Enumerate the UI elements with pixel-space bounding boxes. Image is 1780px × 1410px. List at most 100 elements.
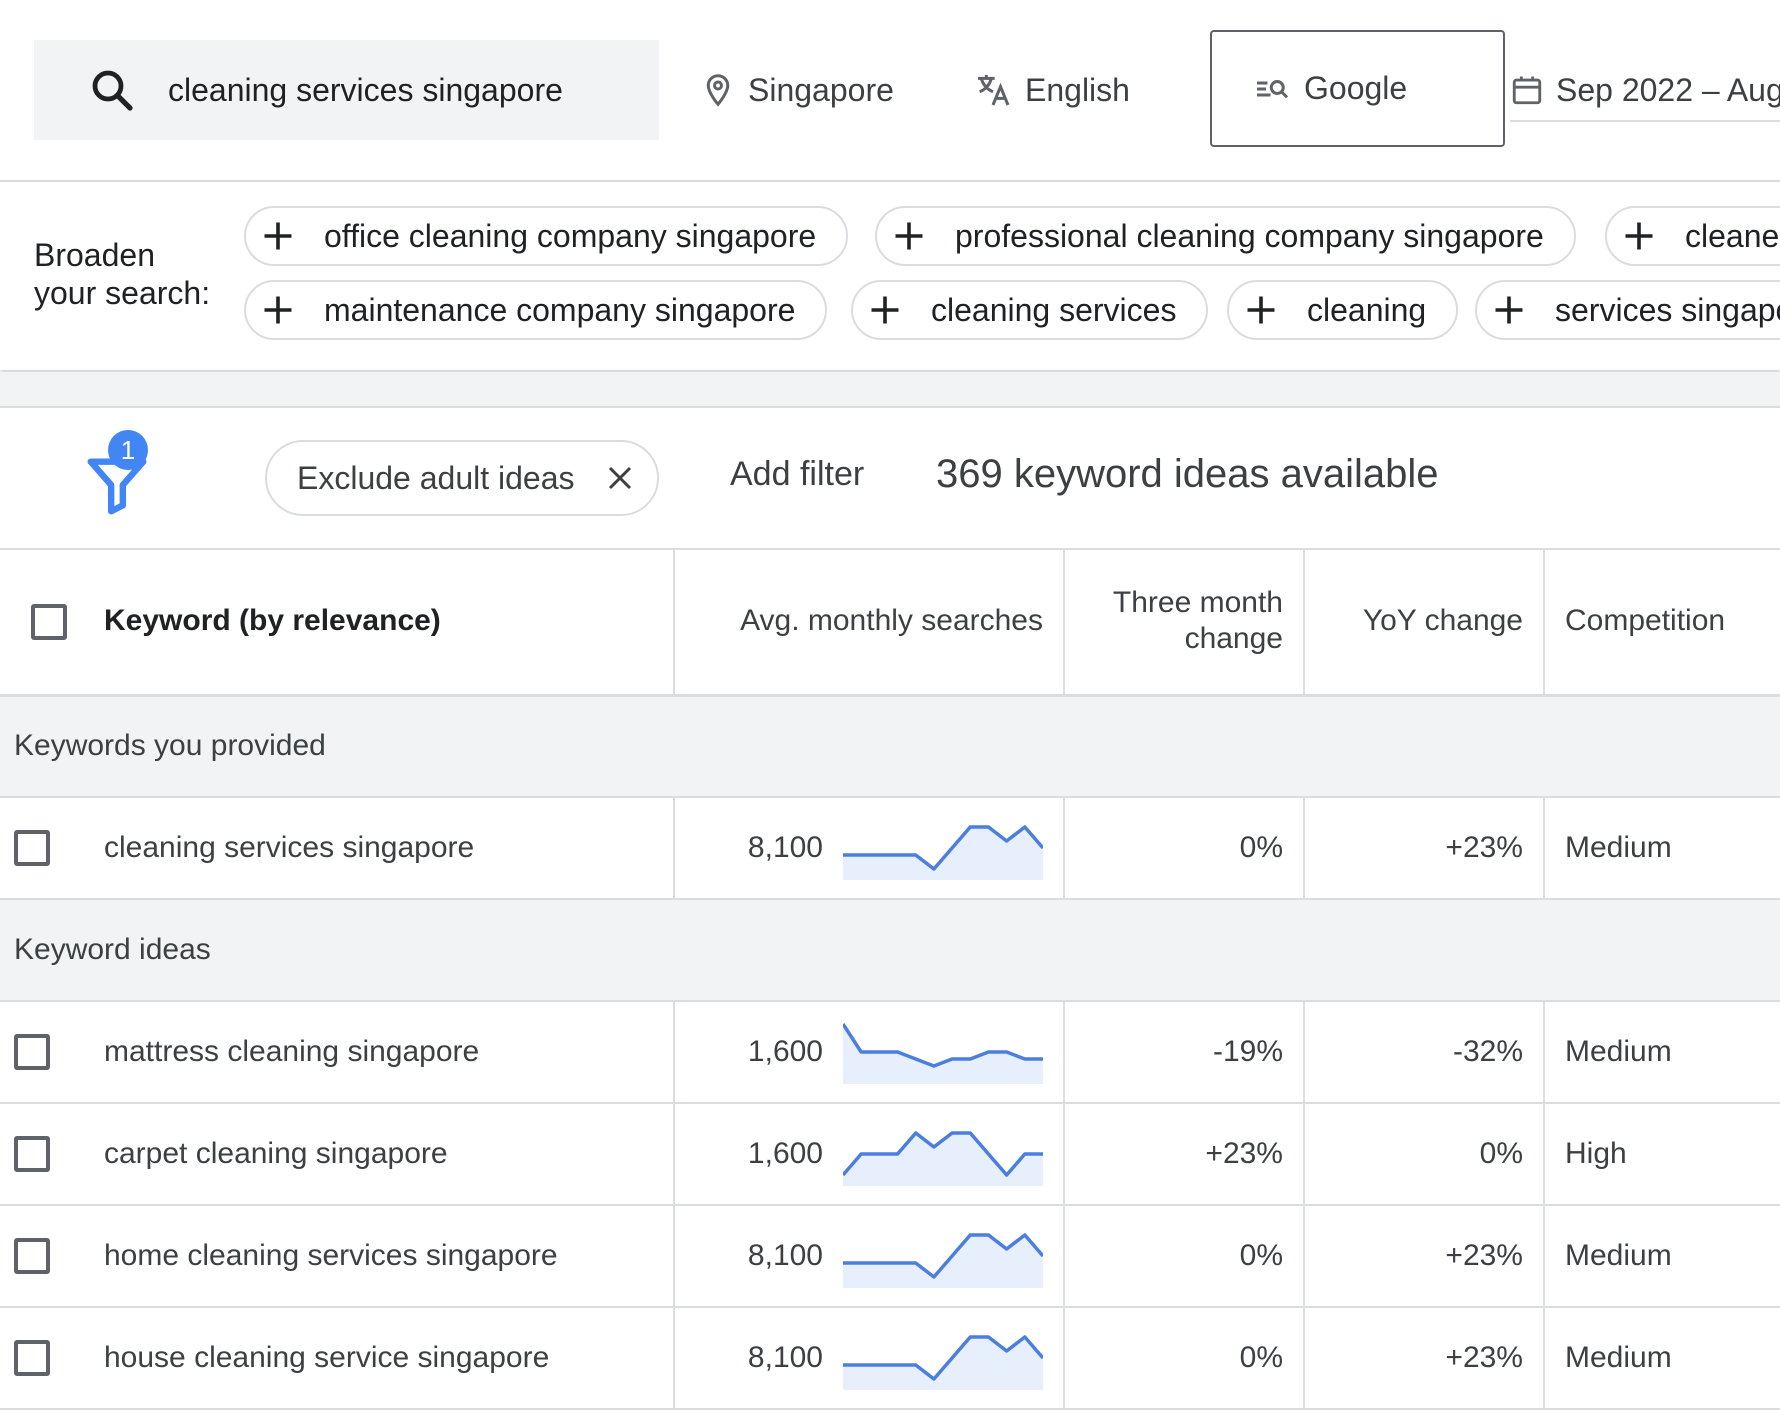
chip-label: cleaner: [1685, 217, 1780, 254]
competition-cell: Medium: [1544, 797, 1780, 900]
plus-icon: [871, 296, 899, 324]
select-all-cell: [0, 549, 104, 697]
keyword-cell: mattress cleaning singapore: [104, 1001, 675, 1104]
language-label: English: [1025, 71, 1130, 108]
trend-sparkline: [843, 1335, 1043, 1390]
broaden-chip[interactable]: maintenance company singapore: [244, 280, 828, 340]
table-header-row: Keyword (by relevance) Avg. monthly sear…: [0, 549, 1780, 697]
search-engine-selector[interactable]: Google: [1210, 30, 1505, 147]
broaden-chip[interactable]: cleaning: [1227, 280, 1459, 340]
engine-label: Google: [1304, 70, 1408, 106]
competition-cell: Medium: [1544, 1205, 1780, 1308]
avg-searches-value: 1,600: [747, 1035, 823, 1068]
filter-count-badge: 1: [108, 430, 148, 470]
keyword-cell: home cleaning services singapore: [104, 1205, 675, 1308]
table-row: cleaning services singapore 8,100 0% +23…: [0, 797, 1780, 900]
broaden-label: Broaden your search:: [34, 237, 211, 311]
three-month-change-cell: 0%: [1064, 1205, 1305, 1308]
location-pin-icon: [706, 74, 730, 107]
location-selector[interactable]: Singapore: [700, 50, 894, 130]
avg-searches-value: 1,600: [747, 1137, 823, 1170]
keyword-cell: house cleaning service singapore: [104, 1307, 675, 1410]
three-month-change-cell: -19%: [1064, 1001, 1305, 1104]
date-range-selector[interactable]: Sep 2022 – Aug: [1510, 60, 1780, 122]
group-header-row: Keyword ideas: [0, 899, 1780, 1002]
keyword-cell: carpet cleaning singapore: [104, 1103, 675, 1206]
keyword-column-header[interactable]: Keyword (by relevance): [104, 549, 675, 697]
avg-searches-cell: 1,600: [674, 1103, 1065, 1206]
three-month-change-cell: 0%: [1064, 797, 1305, 900]
three-month-change-cell: +23%: [1064, 1103, 1305, 1206]
row-checkbox-cell: [0, 1205, 104, 1308]
search-box[interactable]: [34, 40, 659, 140]
plus-icon: [1625, 222, 1653, 250]
competition-column-header[interactable]: Competition: [1544, 549, 1780, 697]
group-header-row: Keywords you provided: [0, 695, 1780, 798]
avg-searches-column-header[interactable]: Avg. monthly searches: [674, 549, 1065, 697]
competition-cell: Medium: [1544, 1001, 1780, 1104]
table-row: mattress cleaning singapore 1,600 -19% -…: [0, 1001, 1780, 1104]
select-all-checkbox[interactable]: [31, 603, 67, 640]
filter-chip-label: Exclude adult ideas: [297, 459, 575, 496]
avg-searches-value: 8,100: [747, 1239, 823, 1272]
avg-searches-value: 8,100: [747, 831, 823, 864]
table-row: home cleaning services singapore 8,100 0…: [0, 1205, 1780, 1308]
broaden-chip[interactable]: cleaner: [1605, 206, 1780, 266]
trend-sparkline: [843, 1233, 1043, 1288]
plus-icon: [895, 222, 923, 250]
group-title: Keyword ideas: [0, 899, 1780, 1002]
avg-searches-value: 8,100: [747, 1341, 823, 1374]
yoy-change-cell: +23%: [1304, 1205, 1545, 1308]
broaden-chip[interactable]: professional cleaning company singapore: [875, 206, 1576, 266]
yoy-column-header[interactable]: YoY change: [1304, 549, 1545, 697]
plus-icon: [264, 222, 292, 250]
chip-label: maintenance company singapore: [324, 291, 796, 328]
yoy-change-cell: +23%: [1304, 797, 1545, 900]
trend-sparkline: [843, 825, 1043, 880]
broaden-search-bar: Broaden your search: office cleaning com…: [0, 182, 1780, 370]
avg-searches-cell: 8,100: [674, 797, 1065, 900]
broaden-chip[interactable]: cleaning services: [851, 280, 1209, 340]
row-checkbox-cell: [0, 1307, 104, 1410]
add-filter-button[interactable]: Add filter: [730, 455, 864, 494]
chip-label: services singapo: [1555, 291, 1780, 328]
language-selector[interactable]: English: [973, 50, 1130, 130]
row-checkbox[interactable]: [14, 1136, 50, 1173]
three-month-column-header[interactable]: Three month change: [1064, 549, 1305, 697]
close-icon[interactable]: [605, 463, 635, 493]
chip-label: professional cleaning company singapore: [955, 217, 1544, 254]
location-label: Singapore: [748, 71, 894, 108]
chip-label: cleaning: [1307, 291, 1427, 328]
row-checkbox[interactable]: [14, 1238, 50, 1275]
keyword-table: Keyword (by relevance) Avg. monthly sear…: [0, 549, 1780, 1410]
search-icon: [92, 70, 133, 111]
chip-label: office cleaning company singapore: [324, 217, 817, 254]
three-month-change-cell: 0%: [1064, 1307, 1305, 1410]
plus-icon: [1247, 296, 1275, 324]
yoy-change-cell: -32%: [1304, 1001, 1545, 1104]
exclude-adult-filter-chip[interactable]: Exclude adult ideas: [265, 440, 659, 516]
group-title: Keywords you provided: [0, 695, 1780, 798]
search-input[interactable]: [166, 70, 650, 110]
avg-searches-cell: 1,600: [674, 1001, 1065, 1104]
translate-icon: [978, 75, 1010, 106]
section-divider: [0, 372, 1780, 408]
competition-cell: High: [1544, 1103, 1780, 1206]
table-row: house cleaning service singapore 8,100 0…: [0, 1307, 1780, 1410]
keyword-ideas-count: 369 keyword ideas available: [936, 452, 1439, 496]
top-bar: Singapore English Google Sep 2022 – Aug: [0, 0, 1780, 182]
row-checkbox[interactable]: [14, 830, 50, 867]
trend-sparkline: [843, 1023, 1043, 1084]
row-checkbox[interactable]: [14, 1340, 50, 1377]
competition-cell: Medium: [1544, 1307, 1780, 1410]
date-range-label: Sep 2022 – Aug: [1556, 71, 1780, 108]
plus-icon: [1495, 296, 1523, 324]
row-checkbox-cell: [0, 1103, 104, 1206]
yoy-change-cell: +23%: [1304, 1307, 1545, 1410]
row-checkbox[interactable]: [14, 1034, 50, 1071]
avg-searches-cell: 8,100: [674, 1205, 1065, 1308]
broaden-chip[interactable]: office cleaning company singapore: [244, 206, 849, 266]
row-checkbox-cell: [0, 797, 104, 900]
broaden-chip[interactable]: services singapo: [1475, 280, 1780, 340]
search-list-icon: [1257, 79, 1289, 98]
